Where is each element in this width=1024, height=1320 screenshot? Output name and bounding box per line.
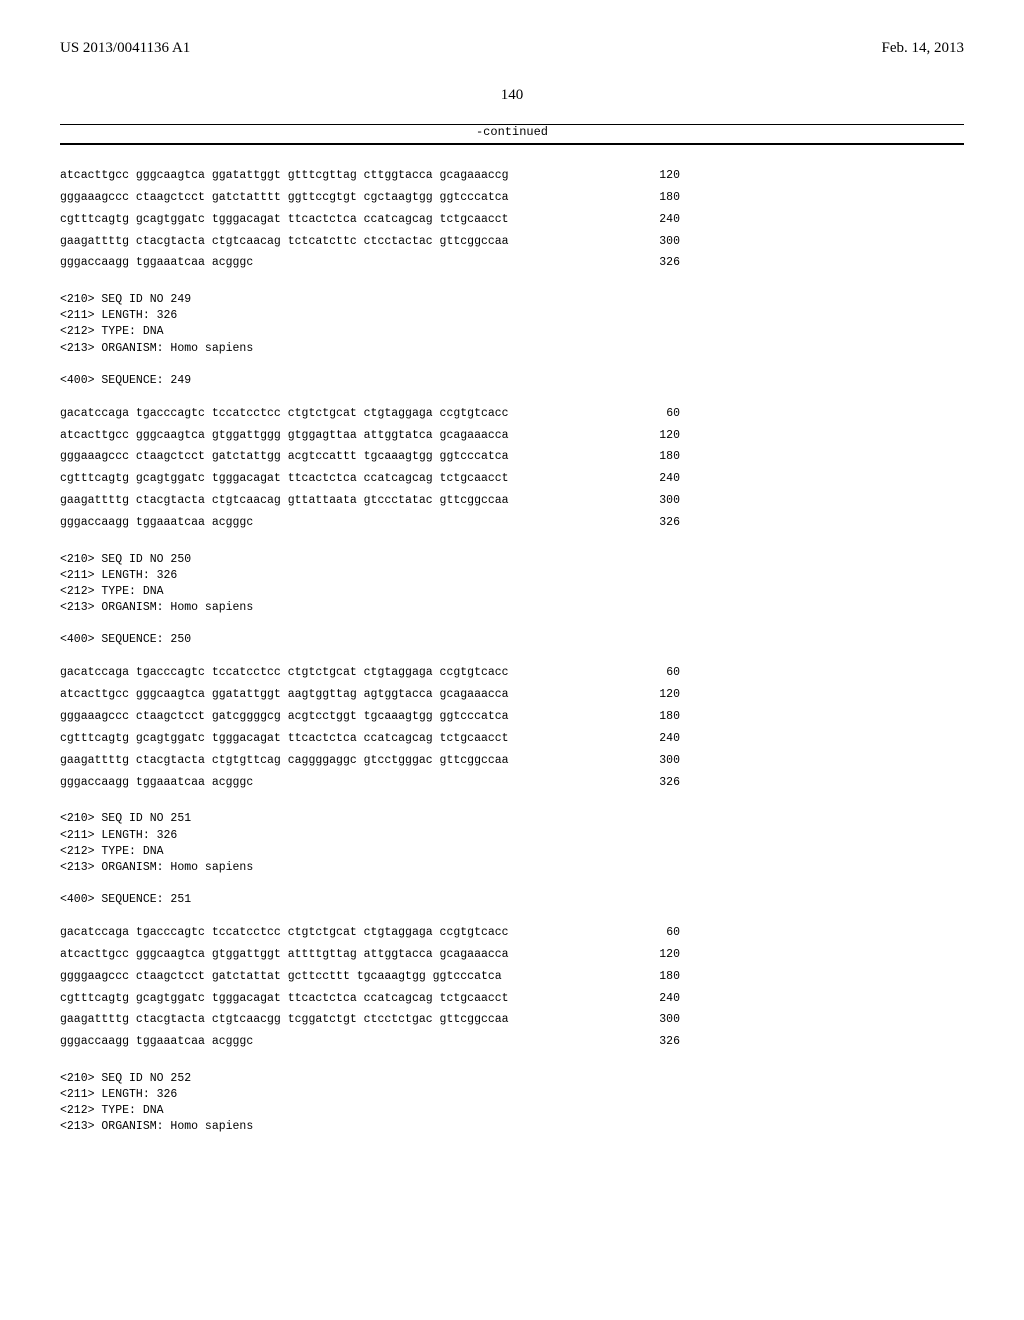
sequence-line: atcacttgcc gggcaagtca ggatattggt aagtggt…: [60, 684, 680, 706]
sequence-line: cgtttcagtg gcagtggatc tgggacagat ttcactc…: [60, 988, 680, 1010]
sequence-text: atcacttgcc gggcaagtca ggatattggt aagtggt…: [60, 684, 509, 706]
pub-date: Feb. 14, 2013: [882, 40, 965, 57]
sequence-position: 240: [640, 728, 680, 750]
pub-number: US 2013/0041136 A1: [60, 40, 190, 57]
sequence-line: gggaccaagg tggaaatcaa acgggc 326: [60, 252, 680, 274]
sequence-text: atcacttgcc gggcaagtca gtggattggg gtggagt…: [60, 425, 509, 447]
sequence-line: gaagattttg ctacgtacta ctgtcaacgg tcggatc…: [60, 1009, 680, 1031]
sequence-line: atcacttgcc gggcaagtca gtggattggg gtggagt…: [60, 425, 680, 447]
sequence-text: gggaaagccc ctaagctcct gatcggggcg acgtcct…: [60, 706, 509, 728]
sequence-line: gacatccaga tgacccagtc tccatcctcc ctgtctg…: [60, 922, 680, 944]
sequence-position: 60: [640, 922, 680, 944]
sequence-position: 60: [640, 403, 680, 425]
sequence-text: atcacttgcc gggcaagtca ggatattggt gtttcgt…: [60, 165, 509, 187]
sequence-line: gggaaagccc ctaagctcct gatctatttt ggttccg…: [60, 187, 680, 209]
sequence-text: gggaaagccc ctaagctcct gatctatttt ggttccg…: [60, 187, 509, 209]
continued-label: -continued: [60, 125, 964, 139]
sequence-line: gaagattttg ctacgtacta ctgtcaacag tctcatc…: [60, 231, 680, 253]
sequence-position: 120: [640, 944, 680, 966]
sequence-block-249: gacatccaga tgacccagtc tccatcctcc ctgtctg…: [60, 403, 964, 534]
sequence-position: 120: [640, 684, 680, 706]
sequence-text: gacatccaga tgacccagtc tccatcctcc ctgtctg…: [60, 662, 509, 684]
sequence-text: cgtttcagtg gcagtggatc tgggacagat ttcactc…: [60, 728, 509, 750]
sequence-text: gacatccaga tgacccagtc tccatcctcc ctgtctg…: [60, 403, 509, 425]
sequence-line: cgtttcagtg gcagtggatc tgggacagat ttcactc…: [60, 468, 680, 490]
sequence-position: 180: [640, 706, 680, 728]
sequence-position: 326: [640, 1031, 680, 1053]
sequence-text: cgtttcagtg gcagtggatc tgggacagat ttcactc…: [60, 988, 509, 1010]
sequence-text: gggaccaagg tggaaatcaa acgggc: [60, 1031, 253, 1053]
sequence-line: cgtttcagtg gcagtggatc tgggacagat ttcactc…: [60, 209, 680, 231]
sequence-block-initial: atcacttgcc gggcaagtca ggatattggt gtttcgt…: [60, 165, 964, 274]
sequence-line: gggaccaagg tggaaatcaa acgggc 326: [60, 772, 680, 794]
sequence-text: atcacttgcc gggcaagtca gtggattggt attttgt…: [60, 944, 509, 966]
sequence-position: 180: [640, 446, 680, 468]
sequence-line: gggaccaagg tggaaatcaa acgggc 326: [60, 512, 680, 534]
sequence-text: gggaaagccc ctaagctcct gatctattgg acgtcca…: [60, 446, 509, 468]
sequence-position: 180: [640, 966, 680, 988]
sequence-text: gaagattttg ctacgtacta ctgtgttcag cagggga…: [60, 750, 509, 772]
sequence-text: gggaccaagg tggaaatcaa acgggc: [60, 252, 253, 274]
sequence-text: gaagattttg ctacgtacta ctgtcaacag tctcatc…: [60, 231, 509, 253]
sequence-position: 120: [640, 165, 680, 187]
sequence-text: gacatccaga tgacccagtc tccatcctcc ctgtctg…: [60, 922, 509, 944]
sequence-position: 120: [640, 425, 680, 447]
sequence-position: 240: [640, 209, 680, 231]
sequence-text: gggaccaagg tggaaatcaa acgggc: [60, 772, 253, 794]
sequence-text: gaagattttg ctacgtacta ctgtcaacag gttatta…: [60, 490, 509, 512]
sequence-position: 326: [640, 512, 680, 534]
sequence-line: gggaaagccc ctaagctcct gatctattgg acgtcca…: [60, 446, 680, 468]
sequence-position: 326: [640, 772, 680, 794]
sequence-meta-251: <210> SEQ ID NO 251 <211> LENGTH: 326 <2…: [60, 811, 964, 908]
sequence-position: 240: [640, 468, 680, 490]
sequence-text: gggaccaagg tggaaatcaa acgggc: [60, 512, 253, 534]
sequence-line: atcacttgcc gggcaagtca gtggattggt attttgt…: [60, 944, 680, 966]
sequence-position: 180: [640, 187, 680, 209]
sequence-position: 326: [640, 252, 680, 274]
sequence-position: 300: [640, 490, 680, 512]
sequence-position: 300: [640, 231, 680, 253]
sequence-block-251: gacatccaga tgacccagtc tccatcctcc ctgtctg…: [60, 922, 964, 1053]
sequence-text: cgtttcagtg gcagtggatc tgggacagat ttcactc…: [60, 209, 509, 231]
page-header: US 2013/0041136 A1 Feb. 14, 2013: [60, 40, 964, 57]
sequence-position: 300: [640, 1009, 680, 1031]
sequence-line: ggggaagccc ctaagctcct gatctattat gcttcct…: [60, 966, 680, 988]
sequence-line: gggaccaagg tggaaatcaa acgggc 326: [60, 1031, 680, 1053]
sequence-meta-250: <210> SEQ ID NO 250 <211> LENGTH: 326 <2…: [60, 552, 964, 649]
sequence-line: gaagattttg ctacgtacta ctgtgttcag cagggga…: [60, 750, 680, 772]
sequence-line: cgtttcagtg gcagtggatc tgggacagat ttcactc…: [60, 728, 680, 750]
divider: [60, 143, 964, 145]
sequence-text: cgtttcagtg gcagtggatc tgggacagat ttcactc…: [60, 468, 509, 490]
sequence-text: ggggaagccc ctaagctcct gatctattat gcttcct…: [60, 966, 502, 988]
sequence-line: gggaaagccc ctaagctcct gatcggggcg acgtcct…: [60, 706, 680, 728]
sequence-position: 60: [640, 662, 680, 684]
page-number: 140: [60, 87, 964, 104]
sequence-position: 240: [640, 988, 680, 1010]
sequence-block-250: gacatccaga tgacccagtc tccatcctcc ctgtctg…: [60, 662, 964, 793]
sequence-line: gacatccaga tgacccagtc tccatcctcc ctgtctg…: [60, 403, 680, 425]
sequence-position: 300: [640, 750, 680, 772]
sequence-line: gacatccaga tgacccagtc tccatcctcc ctgtctg…: [60, 662, 680, 684]
sequence-meta-249: <210> SEQ ID NO 249 <211> LENGTH: 326 <2…: [60, 292, 964, 389]
sequence-text: gaagattttg ctacgtacta ctgtcaacgg tcggatc…: [60, 1009, 509, 1031]
sequence-meta-252: <210> SEQ ID NO 252 <211> LENGTH: 326 <2…: [60, 1071, 964, 1135]
sequence-line: gaagattttg ctacgtacta ctgtcaacag gttatta…: [60, 490, 680, 512]
sequence-line: atcacttgcc gggcaagtca ggatattggt gtttcgt…: [60, 165, 680, 187]
